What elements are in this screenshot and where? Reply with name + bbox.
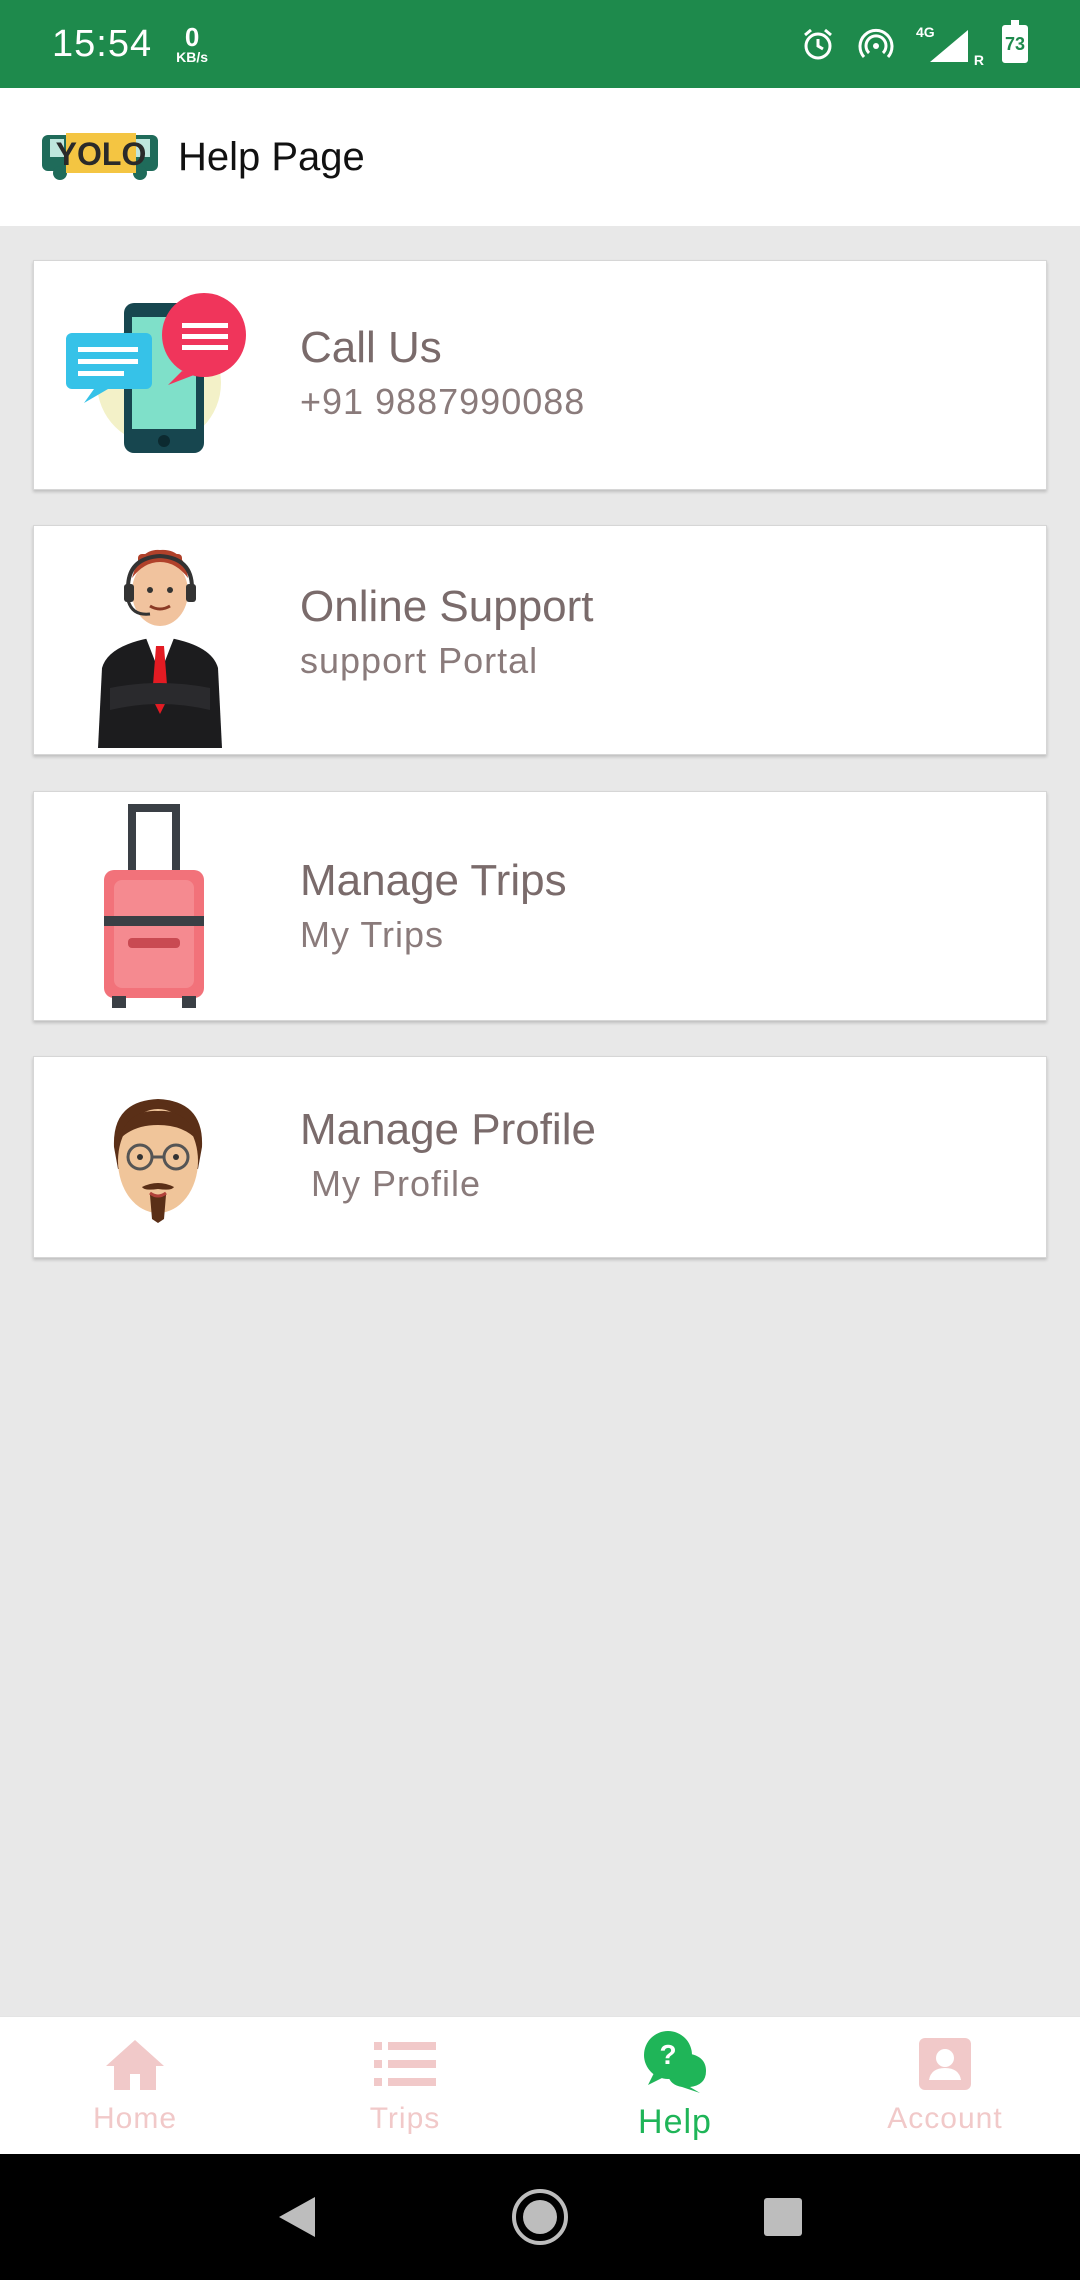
nav-item-help[interactable]: ? Help: [540, 2017, 810, 2154]
home-icon: [106, 2039, 164, 2090]
nav-label-home: Home: [92, 2101, 178, 2135]
card-title: Call Us: [300, 323, 442, 372]
status-time: 15:54: [52, 22, 153, 65]
nav-item-home[interactable]: Home: [0, 2017, 270, 2154]
yolo-logo-icon: YOLO: [42, 133, 158, 180]
roaming-indicator: R: [973, 52, 984, 68]
status-icons: 4G R 73: [800, 20, 1028, 68]
recents-icon[interactable]: [761, 2195, 805, 2239]
card-subtitle: My Profile: [300, 1163, 482, 1204]
list-icon: [374, 2041, 436, 2086]
manage-profile-card[interactable]: Manage Profile My Profile: [33, 1056, 1047, 1258]
nav-item-trips[interactable]: Trips: [270, 2017, 540, 2154]
speed-unit: KB/s: [176, 49, 208, 65]
nav-item-account[interactable]: Account: [810, 2017, 1080, 2154]
card-subtitle: +91 9887990088: [300, 381, 586, 422]
signal-icon: 4G R: [916, 24, 984, 68]
hotspot-icon: [858, 28, 894, 58]
manage-trips-text: Manage Trips My Trips: [300, 856, 567, 956]
online-support-text: Online Support support Portal: [300, 582, 594, 682]
manage-trips-card[interactable]: Manage Trips My Trips: [33, 791, 1047, 1021]
network-speed: 0 KB/s: [176, 24, 208, 64]
help-chat-icon: ?: [644, 2031, 706, 2093]
card-subtitle: support Portal: [300, 640, 539, 681]
home-circle-icon[interactable]: [510, 2187, 570, 2247]
battery-icon: 73: [1002, 20, 1028, 63]
nav-label-trips: Trips: [369, 2101, 441, 2135]
suitcase-illustration-icon: [104, 804, 204, 1008]
profile-avatar-illustration-icon: [113, 1099, 203, 1223]
online-support-card[interactable]: Online Support support Portal: [33, 525, 1047, 755]
nav-label-help: Help: [638, 2103, 712, 2141]
support-agent-illustration-icon: [98, 549, 222, 748]
call-us-text: Call Us +91 9887990088: [300, 323, 585, 423]
speed-value: 0: [184, 22, 200, 52]
manage-profile-text: Manage Profile My Profile: [300, 1105, 596, 1205]
account-icon: [919, 2037, 971, 2090]
back-icon[interactable]: [275, 2193, 319, 2241]
card-title: Manage Profile: [300, 1105, 596, 1154]
card-title: Online Support: [300, 582, 594, 631]
system-nav-bar: [0, 2154, 1080, 2280]
alarm-icon: [804, 28, 832, 60]
card-subtitle: My Trips: [300, 914, 445, 955]
status-bar: 15:54 0 KB/s 4G R 73: [0, 0, 1080, 88]
nav-label-account: Account: [887, 2101, 1003, 2135]
help-screen: 15:54 0 KB/s 4G R 73 YOLO Help Page Call…: [0, 0, 1080, 2280]
call-us-card[interactable]: Call Us +91 9887990088: [33, 260, 1047, 490]
logo-text: YOLO: [56, 136, 147, 172]
app-bar: YOLO Help Page: [0, 88, 1080, 226]
page-title: Help Page: [178, 134, 365, 179]
card-title: Manage Trips: [300, 856, 567, 905]
bottom-nav: Home Trips ? Help Account: [0, 2016, 1080, 2154]
battery-level: 73: [1004, 34, 1026, 54]
phone-chat-illustration-icon: [66, 293, 246, 453]
svg-text:?: ?: [659, 2039, 676, 2070]
